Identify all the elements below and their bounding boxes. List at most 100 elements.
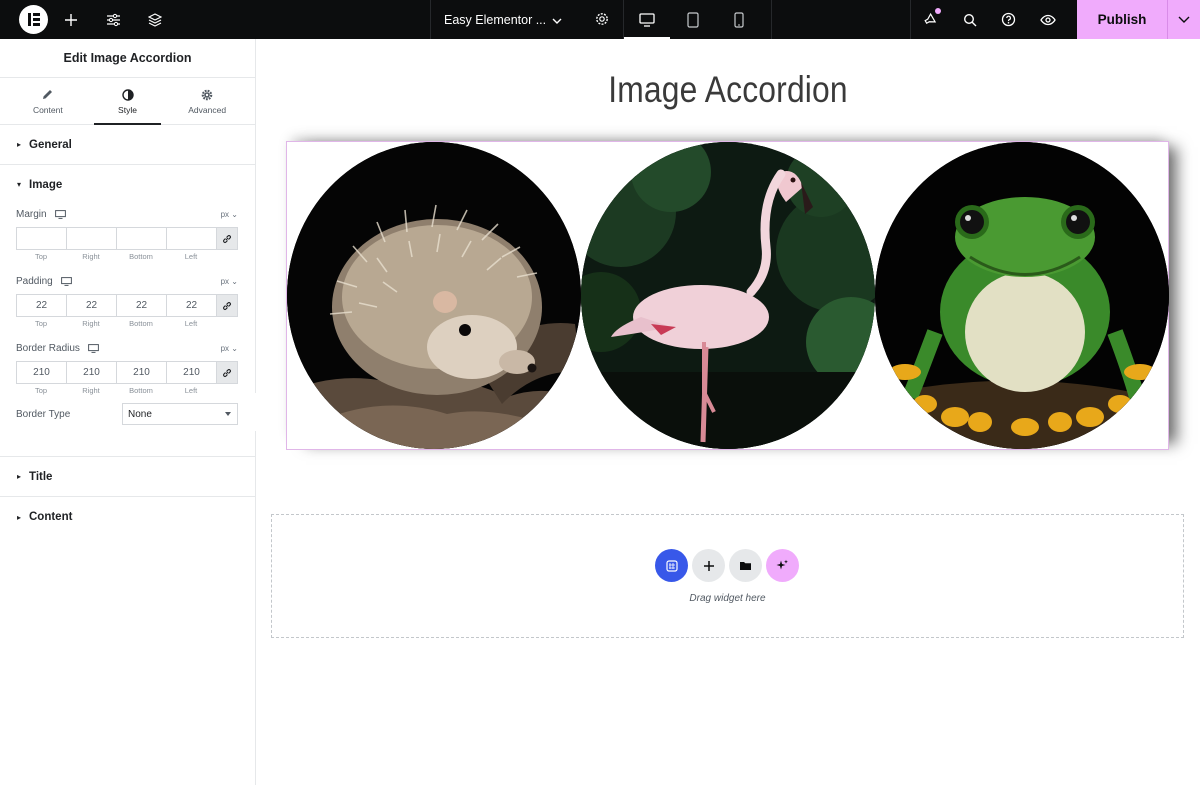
padding-unit-select[interactable]: px ⌄ (221, 277, 238, 286)
accordion-item-hedgehog[interactable] (287, 142, 581, 449)
elementor-logo-icon[interactable] (19, 5, 48, 34)
side-label-left: Left (184, 252, 198, 261)
side-label-top: Top (34, 252, 48, 261)
side-label-top: Top (34, 319, 48, 328)
editor-panel: Edit Image Accordion Content Style Advan… (0, 39, 256, 785)
image-accordion-heading[interactable]: Image Accordion (322, 69, 1134, 111)
border-radius-label: Border Radius (16, 342, 80, 354)
link-values-icon[interactable] (216, 294, 238, 317)
margin-top-input[interactable] (16, 227, 66, 250)
border-radius-bottom-input[interactable]: 210 (116, 361, 166, 384)
section-title[interactable]: ▸ Title (0, 457, 255, 497)
structure-layers-icon[interactable] (136, 0, 174, 39)
responsive-mode-switcher (624, 0, 772, 39)
tab-content-label: Content (32, 104, 63, 115)
hedgehog-image (287, 142, 581, 449)
accordion-item-flamingo[interactable] (581, 142, 875, 449)
section-image[interactable]: ▾ Image (0, 165, 255, 204)
border-radius-right-input[interactable]: 210 (66, 361, 116, 384)
widgets-icon (665, 559, 678, 572)
side-label-right: Right (82, 252, 100, 261)
desktop-view-icon[interactable] (624, 0, 670, 39)
search-icon[interactable] (950, 0, 989, 39)
side-label-left: Left (184, 386, 198, 395)
border-radius-top-input[interactable]: 210 (16, 361, 66, 384)
border-radius-unit-select[interactable]: px ⌄ (221, 344, 238, 353)
margin-unit-select[interactable]: px ⌄ (221, 210, 238, 219)
ai-generate-button[interactable] (766, 549, 799, 582)
top-bar: Easy Elementor ... Publish (0, 0, 1200, 39)
tab-style-label: Style (118, 104, 137, 115)
ai-sparkle-icon (776, 559, 788, 570)
caret-down-icon: ▾ (17, 180, 22, 189)
section-title-label: Title (29, 470, 53, 483)
section-content-label: Content (29, 511, 73, 523)
mobile-view-icon[interactable] (716, 0, 762, 39)
padding-dimensions: 22 22 22 22 (16, 294, 238, 317)
margin-side-labels: Top Right Bottom Left (16, 250, 238, 264)
section-image-label: Image (29, 178, 63, 191)
padding-side-labels: Top Right Bottom Left (16, 317, 238, 331)
border-type-control: Border Type None (16, 402, 238, 426)
whats-new-megaphone-icon[interactable] (911, 0, 950, 39)
panel-title: Edit Image Accordion (0, 39, 255, 78)
desktop-icon[interactable] (54, 209, 66, 219)
add-section-button[interactable] (692, 549, 725, 582)
top-bar-right (910, 0, 1067, 39)
tab-advanced[interactable]: Advanced (167, 78, 247, 124)
plus-icon (703, 560, 714, 571)
add-element-icon[interactable] (52, 0, 90, 39)
caret-right-icon: ▸ (17, 472, 22, 481)
chevron-down-icon (552, 13, 562, 27)
folder-icon (740, 562, 751, 570)
publish-button[interactable]: Publish (1077, 0, 1167, 39)
accordion-item-frog[interactable] (875, 142, 1169, 449)
padding-bottom-input[interactable]: 22 (116, 294, 166, 317)
site-settings-sliders-icon[interactable] (94, 0, 132, 39)
help-icon[interactable] (989, 0, 1028, 39)
section-general-label: General (29, 138, 72, 151)
link-values-icon[interactable] (216, 227, 238, 250)
preview-eye-icon[interactable] (1028, 0, 1067, 39)
border-type-label: Border Type (16, 408, 71, 420)
page-settings-gear-icon[interactable] (595, 12, 609, 29)
padding-right-input[interactable]: 22 (66, 294, 116, 317)
border-type-select[interactable]: None (122, 403, 238, 425)
border-radius-left-input[interactable]: 210 (166, 361, 216, 384)
section-general[interactable]: ▸ General (0, 125, 255, 165)
side-label-right: Right (82, 386, 100, 395)
dropzone-label: Drag widget here (689, 593, 766, 604)
margin-bottom-input[interactable] (116, 227, 166, 250)
half-circle-icon (121, 88, 134, 102)
link-values-icon[interactable] (216, 361, 238, 384)
tablet-view-icon[interactable] (670, 0, 716, 39)
padding-top-input[interactable]: 22 (16, 294, 66, 317)
empty-section-dropzone[interactable]: Drag widget here (271, 514, 1184, 638)
margin-left-input[interactable] (166, 227, 216, 250)
publish-options-button[interactable] (1167, 0, 1200, 39)
side-label-left: Left (184, 319, 198, 328)
caret-right-icon: ▸ (17, 512, 22, 522)
padding-left-input[interactable]: 22 (166, 294, 216, 317)
desktop-icon[interactable] (88, 343, 99, 353)
tab-advanced-label: Advanced (188, 104, 227, 115)
dropzone-actions (655, 549, 799, 582)
top-bar-left (0, 0, 430, 39)
padding-control-header: Padding px ⌄ (16, 271, 238, 291)
tab-content[interactable]: Content (8, 78, 88, 124)
panel-tabs: Content Style Advanced (0, 78, 255, 125)
margin-right-input[interactable] (66, 227, 116, 250)
widget-library-button[interactable] (655, 549, 688, 582)
side-label-bottom: Bottom (129, 252, 153, 261)
side-label-bottom: Bottom (129, 319, 153, 328)
pencil-icon (42, 88, 53, 102)
section-content[interactable]: ▸ Content (0, 497, 255, 537)
document-title-dropdown[interactable]: Easy Elementor ... (430, 0, 624, 39)
margin-control-header: Margin px ⌄ (16, 204, 238, 224)
desktop-icon[interactable] (60, 276, 72, 286)
border-radius-control-header: Border Radius px ⌄ (16, 338, 238, 358)
tab-style[interactable]: Style (88, 78, 168, 125)
add-template-button[interactable] (729, 549, 762, 582)
side-label-bottom: Bottom (129, 386, 153, 395)
image-accordion-widget[interactable] (286, 141, 1169, 450)
